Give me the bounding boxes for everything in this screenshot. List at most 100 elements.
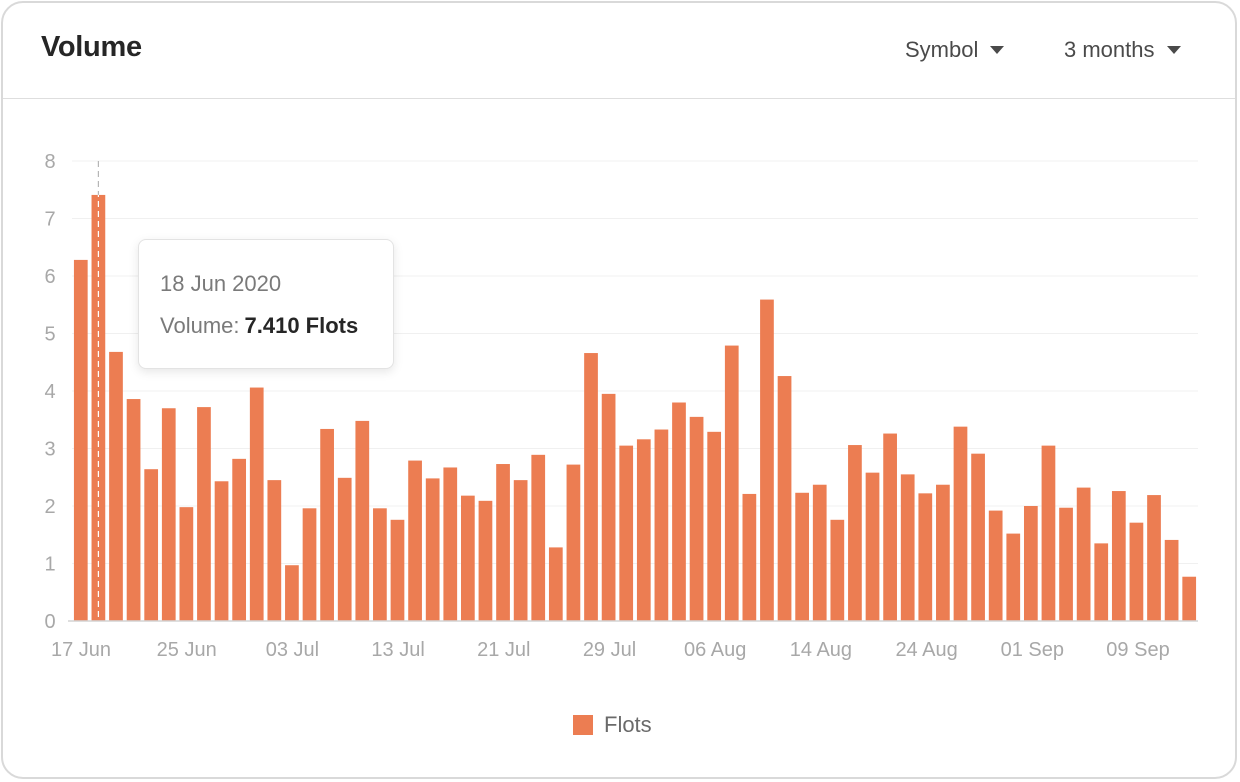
bar[interactable]	[654, 429, 669, 621]
bar[interactable]	[707, 431, 722, 621]
bar[interactable]	[883, 433, 897, 621]
bar[interactable]	[179, 507, 194, 621]
bar[interactable]	[390, 519, 405, 621]
bar[interactable]	[1111, 491, 1126, 621]
bar[interactable]	[724, 345, 739, 621]
bar[interactable]	[548, 547, 563, 621]
bar[interactable]	[161, 408, 176, 621]
card-title: Volume	[41, 31, 142, 63]
bar[interactable]	[584, 353, 598, 621]
caret-down-icon	[1166, 46, 1181, 54]
bar[interactable]	[513, 480, 528, 621]
bar[interactable]	[988, 510, 1003, 621]
bar[interactable]	[478, 500, 493, 621]
x-tick-label: 03 Jul	[266, 639, 319, 661]
x-tick-label: 13 Jul	[371, 639, 424, 661]
bar[interactable]	[144, 469, 159, 621]
legend-swatch	[573, 715, 593, 735]
bar[interactable]	[408, 460, 422, 621]
bar[interactable]	[1129, 522, 1144, 621]
bar[interactable]	[900, 474, 915, 621]
bar[interactable]	[355, 420, 370, 621]
y-tick-label: 7	[44, 209, 55, 231]
card-header: Volume Symbol 3 months	[3, 3, 1235, 99]
bar[interactable]	[619, 445, 634, 621]
bar[interactable]	[373, 508, 387, 621]
range-dropdown-label: 3 months	[1064, 37, 1155, 62]
bar[interactable]	[742, 493, 757, 621]
y-tick-label: 2	[44, 496, 55, 518]
bar[interactable]	[689, 416, 704, 621]
bar[interactable]	[425, 478, 440, 621]
bar[interactable]	[73, 259, 88, 621]
x-tick-label: 09 Sep	[1106, 639, 1169, 661]
bar[interactable]	[566, 464, 581, 621]
bar[interactable]	[971, 453, 985, 621]
bar[interactable]	[337, 477, 352, 621]
bar[interactable]	[302, 508, 317, 621]
symbol-dropdown-label: Symbol	[905, 37, 979, 62]
bar[interactable]	[760, 299, 774, 621]
bar[interactable]	[953, 426, 968, 621]
legend-label: Flots	[604, 712, 652, 737]
bar[interactable]	[460, 495, 475, 621]
y-tick-label: 8	[44, 151, 55, 173]
x-tick-label: 25 Jun	[157, 639, 217, 661]
bar[interactable]	[1182, 576, 1197, 621]
y-tick-label: 4	[44, 381, 55, 403]
bar[interactable]	[531, 454, 546, 621]
caret-down-icon	[990, 46, 1005, 54]
bar[interactable]	[1041, 445, 1056, 621]
x-tick-label: 29 Jul	[583, 639, 636, 661]
bar[interactable]	[1023, 506, 1038, 621]
bar[interactable]	[1006, 533, 1021, 621]
volume-card: Volume Symbol 3 months 0 1 2 3 4 5 6 7 8 17 Jun 25…	[1, 1, 1237, 779]
bar[interactable]	[496, 464, 510, 621]
bar[interactable]	[232, 458, 247, 621]
bar[interactable]	[1147, 495, 1161, 621]
x-tick-label: 06 Aug	[684, 639, 746, 661]
bar[interactable]	[91, 194, 106, 622]
y-tick-label: 0	[44, 611, 55, 633]
bar[interactable]	[1059, 507, 1073, 621]
y-tick-label: 1	[44, 554, 55, 576]
tooltip-line: Volume: 7.410 Flots	[160, 313, 358, 339]
tooltip-value: 7.410 Flots	[244, 313, 359, 338]
bar[interactable]	[672, 402, 686, 622]
bar[interactable]	[812, 484, 827, 621]
tooltip-label: Volume:	[160, 313, 240, 338]
x-tick-label: 14 Aug	[790, 639, 852, 661]
bar[interactable]	[197, 407, 211, 621]
bar[interactable]	[636, 439, 651, 621]
y-tick-label: 6	[44, 266, 55, 288]
bar[interactable]	[601, 393, 616, 621]
bar[interactable]	[777, 376, 792, 621]
x-tick-label: 01 Sep	[1001, 639, 1064, 661]
volume-bar-chart: 0 1 2 3 4 5 6 7 8 17 Jun 25 Jun 03 Jul 13 Jul 21 Jul 2…	[44, 151, 1198, 661]
symbol-dropdown[interactable]: Symbol	[905, 37, 1005, 63]
bar[interactable]	[918, 493, 933, 621]
bar[interactable]	[865, 472, 880, 621]
bar[interactable]	[109, 351, 123, 621]
range-dropdown[interactable]: 3 months	[1064, 37, 1181, 63]
bar[interactable]	[249, 387, 264, 621]
bar[interactable]	[936, 484, 950, 621]
bar[interactable]	[443, 467, 458, 621]
y-tick-label: 3	[44, 439, 55, 461]
bar[interactable]	[1094, 543, 1109, 621]
bar[interactable]	[1076, 487, 1091, 621]
bar[interactable]	[1164, 539, 1179, 621]
tooltip-date: 18 Jun 2020	[160, 271, 282, 296]
bar[interactable]	[830, 519, 845, 621]
bar[interactable]	[126, 399, 141, 621]
bar[interactable]	[795, 492, 810, 621]
bar[interactable]	[320, 428, 334, 621]
bar[interactable]	[214, 481, 229, 621]
chart-tooltip: 18 Jun 2020 Volume: 7.410 Flots	[138, 239, 394, 369]
bar[interactable]	[848, 445, 862, 621]
bar[interactable]	[285, 565, 299, 621]
x-tick-label: 24 Aug	[895, 639, 957, 661]
bar[interactable]	[267, 480, 282, 621]
x-tick-label: 17 Jun	[51, 639, 111, 661]
chart-legend[interactable]: Flots	[573, 712, 652, 738]
